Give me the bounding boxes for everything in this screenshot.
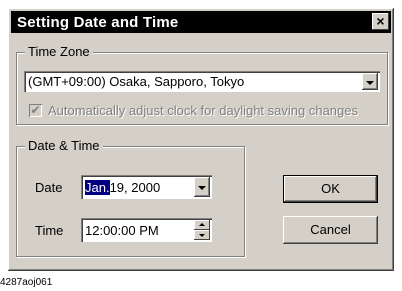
cancel-button-label: Cancel — [310, 222, 351, 237]
date-time-group-label: Date & Time — [25, 138, 103, 154]
time-zone-dropdown-button[interactable] — [362, 73, 378, 90]
auto-dst-label: Automatically adjust clock for daylight … — [48, 103, 358, 118]
time-value: 12:00:00 PM — [85, 223, 159, 238]
chevron-down-icon — [366, 81, 374, 85]
date-label: Date — [35, 180, 63, 195]
date-time-group: Date & Time Date Jan.19, 2000 Time 12:00… — [16, 138, 245, 257]
time-spin-up[interactable] — [194, 220, 210, 230]
time-zone-group-label: Time Zone — [25, 44, 93, 60]
time-spin-down[interactable] — [194, 230, 210, 240]
date-value: Jan.19, 2000 — [85, 180, 160, 195]
cancel-button[interactable]: Cancel — [283, 216, 378, 244]
date-month-segment[interactable]: Jan. — [85, 180, 110, 195]
auto-dst-checkbox[interactable]: ✔ — [29, 104, 42, 117]
arrow-down-icon — [199, 234, 205, 237]
time-zone-dropdown[interactable]: (GMT+09:00) Osaka, Sapporo, Tokyo — [24, 71, 380, 92]
dialog-title: Setting Date and Time — [17, 14, 179, 31]
date-time-dialog: Setting Date and Time × Time Zone (GMT+0… — [8, 8, 394, 271]
date-rest: 19, 2000 — [109, 180, 161, 195]
arrow-up-icon — [199, 223, 205, 226]
close-button[interactable]: × — [372, 13, 389, 30]
time-zone-value: (GMT+09:00) Osaka, Sapporo, Tokyo — [28, 74, 245, 89]
close-icon: × — [376, 13, 385, 29]
time-zone-group: Time Zone (GMT+09:00) Osaka, Sapporo, To… — [16, 44, 388, 125]
ok-button-label: OK — [321, 181, 340, 196]
time-input[interactable]: 12:00:00 PM — [81, 218, 212, 242]
date-dropdown-button[interactable] — [194, 177, 210, 197]
figure-caption: 4287aoj061 — [0, 277, 53, 288]
ok-button[interactable]: OK — [283, 175, 378, 203]
date-picker[interactable]: Jan.19, 2000 — [81, 175, 212, 199]
title-bar: Setting Date and Time × — [11, 11, 391, 33]
time-label: Time — [35, 223, 64, 238]
chevron-down-icon — [198, 186, 206, 190]
